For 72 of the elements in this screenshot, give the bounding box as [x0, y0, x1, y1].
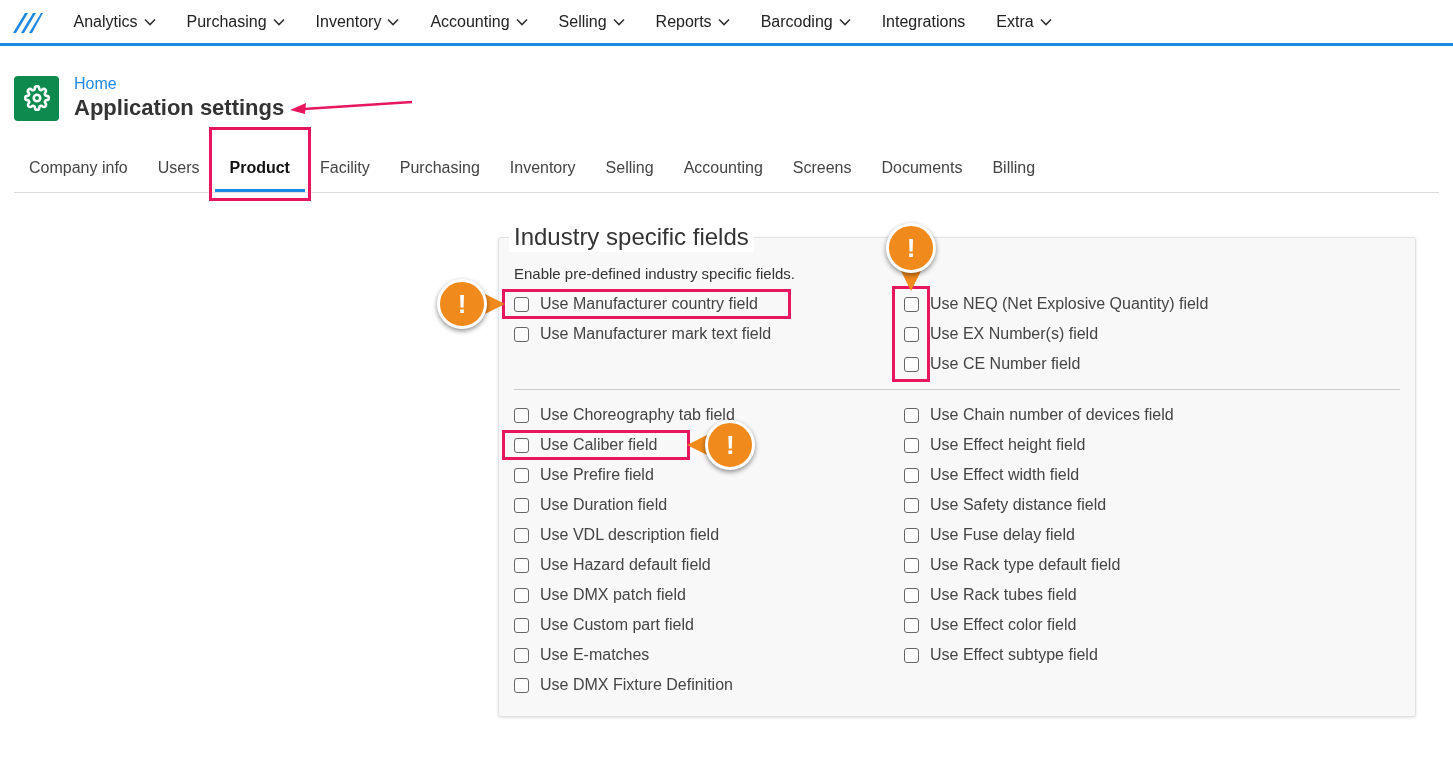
checkbox[interactable] — [514, 587, 529, 603]
breadcrumb-link[interactable]: Home — [74, 74, 415, 94]
checkbox-label: Use Manufacturer country field — [540, 294, 758, 314]
nav-menu-item[interactable]: Analytics — [58, 9, 172, 34]
checkbox-label: Use CE Number field — [930, 354, 1081, 374]
settings-tab[interactable]: Accounting — [668, 147, 778, 192]
panel-description: Enable pre-defined industry specific fields. — [514, 264, 795, 284]
checkbox-label: Use VDL description field — [540, 525, 720, 545]
checkbox[interactable] — [514, 677, 529, 693]
checkbox[interactable] — [904, 467, 919, 483]
checkbox-label: Use E-matches — [540, 645, 650, 665]
settings-tab[interactable]: Screens — [777, 147, 867, 192]
logo-icon[interactable] — [13, 10, 43, 33]
nav-menu-item[interactable]: Integrations — [866, 9, 981, 34]
checkbox-label: Use Manufacturer mark text field — [540, 324, 772, 344]
checkbox[interactable] — [904, 326, 919, 342]
checkbox-label: Use Rack tubes field — [930, 585, 1077, 605]
checkbox[interactable] — [904, 587, 919, 603]
checkbox-label: Use DMX Fixture Definition — [540, 675, 733, 695]
settings-tab[interactable]: Selling — [590, 147, 669, 192]
checkbox-label: Use Duration field — [540, 495, 668, 515]
nav-menu-item[interactable]: Inventory — [300, 9, 415, 34]
checkbox-label: Use EX Number(s) field — [930, 324, 1099, 344]
checkbox-label: Use Effect color field — [930, 615, 1077, 635]
checkbox[interactable] — [904, 296, 919, 312]
checkbox[interactable] — [514, 617, 529, 633]
checkbox[interactable] — [514, 296, 529, 312]
settings-tab[interactable]: Billing — [977, 147, 1051, 192]
nav-menu-item[interactable]: Accounting — [414, 9, 544, 34]
settings-tab[interactable]: Documents — [866, 147, 978, 192]
settings-icon — [14, 75, 59, 121]
nav-menu-item[interactable]: Barcoding — [745, 9, 867, 34]
checkbox-label: Use Rack type default field — [930, 555, 1121, 575]
checkbox[interactable] — [904, 356, 919, 372]
checkbox-label: Use Custom part field — [540, 615, 694, 635]
checkbox-label: Use Effect height field — [930, 435, 1086, 455]
checkbox[interactable] — [514, 527, 529, 543]
page-title: Application settings — [74, 94, 285, 122]
settings-tab[interactable]: Inventory — [494, 147, 591, 192]
checkbox[interactable] — [514, 326, 529, 342]
checkbox-label: Use Prefire field — [540, 465, 654, 485]
checkbox[interactable] — [514, 467, 529, 483]
checkbox-label: Use NEQ (Net Explosive Quantity) field — [930, 294, 1209, 314]
settings-tab[interactable]: Users — [142, 147, 215, 192]
checkbox[interactable] — [514, 647, 529, 663]
checkbox-label: Use Effect width field — [930, 465, 1080, 485]
checkbox[interactable] — [904, 557, 919, 573]
nav-menu-item[interactable]: Selling — [543, 9, 641, 34]
checkbox-label: Use Chain number of devices field — [930, 405, 1174, 425]
checkbox-label: Use Caliber field — [540, 435, 658, 455]
checkbox[interactable] — [904, 617, 919, 633]
checkbox[interactable] — [514, 437, 529, 453]
checkbox[interactable] — [514, 557, 529, 573]
nav-menu-item[interactable]: Purchasing — [171, 9, 301, 34]
nav-menu-item[interactable]: Extra — [980, 9, 1068, 34]
checkbox-label: Use Fuse delay field — [930, 525, 1075, 545]
settings-tab[interactable]: Facility — [304, 147, 385, 192]
checkbox-label: Use Hazard default field — [540, 555, 711, 575]
checkbox[interactable] — [904, 497, 919, 513]
checkbox[interactable] — [514, 497, 529, 513]
nav-menu-item[interactable]: Reports — [640, 9, 746, 34]
checkbox-label: Use DMX patch field — [540, 585, 686, 605]
settings-tab[interactable]: Purchasing — [384, 147, 495, 192]
checkbox[interactable] — [904, 437, 919, 453]
checkbox[interactable] — [904, 647, 919, 663]
checkbox[interactable] — [904, 527, 919, 543]
settings-tab[interactable]: Product — [214, 147, 305, 192]
checkbox[interactable] — [514, 407, 529, 423]
checkbox[interactable] — [904, 407, 919, 423]
checkbox-label: Use Safety distance field — [930, 495, 1107, 515]
settings-tab[interactable]: Company info — [14, 147, 143, 192]
checkbox-label: Use Effect subtype field — [930, 645, 1098, 665]
